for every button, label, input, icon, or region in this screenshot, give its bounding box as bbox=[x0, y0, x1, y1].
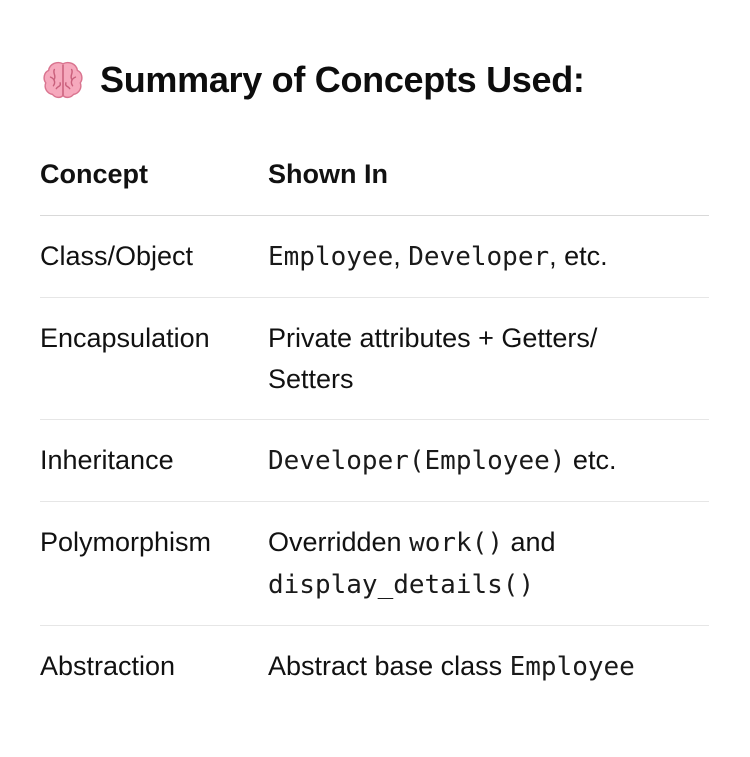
table-row: Inheritance Developer(Employee) etc. bbox=[40, 419, 709, 502]
concepts-table: Concept Shown In Class/Object Employee, D… bbox=[40, 134, 709, 707]
table-body: Class/Object Employee, Developer, etc. Enc… bbox=[40, 215, 709, 708]
cell-text: Overridden bbox=[268, 527, 410, 557]
column-header-shown-in: Shown In bbox=[268, 134, 709, 216]
shown-in-cell: Abstract base class Employee bbox=[268, 626, 709, 708]
column-header-concept: Concept bbox=[40, 134, 268, 216]
shown-in-cell: Developer(Employee) etc. bbox=[268, 419, 709, 502]
table-row: Abstraction Abstract base class Employee bbox=[40, 626, 709, 708]
cell-text: and bbox=[503, 527, 556, 557]
cell-text: Abstract base class bbox=[268, 651, 510, 681]
shown-in-cell: Private attributes + Getters/Setters bbox=[268, 297, 709, 420]
heading-text: Summary of Concepts Used: bbox=[100, 59, 585, 100]
shown-in-cell: Employee, Developer, etc. bbox=[268, 215, 709, 298]
concept-cell: Encapsulation bbox=[40, 297, 268, 420]
concept-cell: Class/Object bbox=[40, 215, 268, 298]
concept-cell: Polymorphism bbox=[40, 501, 268, 626]
inline-code: Developer bbox=[408, 242, 550, 272]
table-header-row: Concept Shown In bbox=[40, 134, 709, 216]
table-row: Class/Object Employee, Developer, etc. bbox=[40, 215, 709, 298]
concept-cell: Inheritance bbox=[40, 419, 268, 502]
cell-text: etc. bbox=[565, 445, 617, 475]
concept-cell: Abstraction bbox=[40, 651, 176, 681]
table-row: Polymorphism Overridden work() and display… bbox=[40, 501, 709, 626]
inline-code: Employee bbox=[268, 242, 394, 272]
inline-code: work() bbox=[409, 528, 503, 558]
document-page: Summary of Concepts Used: Concept Shown … bbox=[0, 0, 750, 757]
cell-text: Setters bbox=[268, 364, 354, 394]
inline-code: Employee bbox=[509, 652, 635, 682]
section-heading: Summary of Concepts Used: bbox=[40, 50, 585, 110]
brain-icon bbox=[43, 61, 83, 99]
table-row: Encapsulation Private attributes + Getter… bbox=[40, 297, 709, 420]
inline-code: display_details() bbox=[268, 570, 535, 600]
cell-text: , etc. bbox=[549, 241, 608, 271]
cell-text: , bbox=[393, 241, 409, 271]
cell-text: Private attributes + Getters/ bbox=[268, 323, 598, 353]
inline-code: Developer(Employee) bbox=[268, 446, 566, 476]
shown-in-cell: Overridden work() and display_details() bbox=[268, 501, 709, 626]
